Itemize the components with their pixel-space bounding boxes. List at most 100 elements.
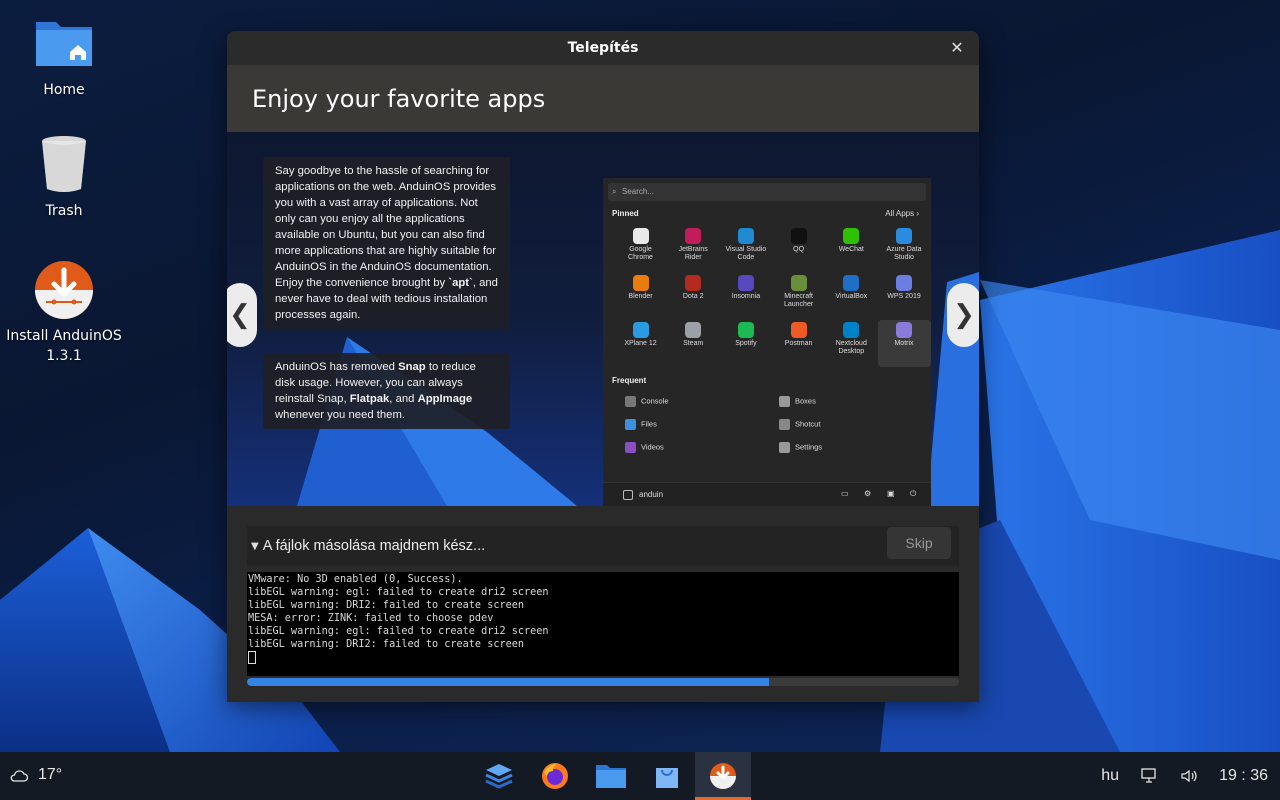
- gear-icon: ⚙: [864, 489, 872, 498]
- taskbar-software-store[interactable]: [639, 752, 695, 800]
- menu-search-placeholder: Search...: [622, 187, 655, 196]
- appimage-keyword: AppImage: [417, 393, 473, 405]
- taskbar-files[interactable]: [583, 752, 639, 800]
- app-label: QQ: [793, 246, 805, 253]
- desktop-icon-label: Install AnduinOS: [6, 328, 122, 344]
- progress-status-text: A fájlok másolása majdnem kész...: [262, 538, 486, 554]
- folder-icon: ▭: [841, 489, 849, 498]
- menu-pinned-app: Minecraft Launcher: [772, 273, 825, 320]
- desktop-icon-label: Trash: [45, 203, 83, 219]
- slide-title: Enjoy your favorite apps: [252, 84, 546, 113]
- app-icon: [843, 275, 860, 291]
- app-icon: [896, 275, 912, 291]
- menu-pinned-app: VirtualBox: [825, 273, 878, 320]
- app-label: Motrix: [894, 340, 914, 347]
- app-icon: [737, 275, 754, 291]
- system-tray: hu 19 : 36: [1101, 752, 1268, 800]
- log-line: libEGL warning: egl: failed to create dr…: [248, 587, 549, 598]
- keyboard-language[interactable]: hu: [1101, 767, 1119, 785]
- app-label: Google: [629, 246, 652, 253]
- log-line: libEGL warning: DRI2: failed to create s…: [248, 600, 525, 611]
- menu-pinned-app: Blender: [614, 273, 667, 320]
- slide-text-card-2: AnduinOS has removed Snap to reduce disk…: [263, 353, 510, 429]
- app-label: Azure Data: [886, 246, 922, 253]
- app-label-line2: Studio: [894, 254, 914, 261]
- menu-pinned-app: Azure Data Studio: [878, 226, 931, 273]
- taskbar-installer[interactable]: [695, 752, 751, 800]
- expand-caret-icon[interactable]: ▼: [251, 541, 259, 552]
- app-label: Visual Studio: [725, 246, 767, 253]
- menu-pinned-app: Motrix: [877, 320, 931, 367]
- desktop-icon-trash[interactable]: Trash: [0, 133, 128, 221]
- progress-area: ▼ A fájlok másolása majdnem kész... Skip…: [227, 506, 979, 702]
- desktop-icon-label-version: 1.3.1: [46, 348, 82, 364]
- weather-widget[interactable]: 17°: [10, 766, 62, 784]
- menu-frequent-item: Videos: [625, 442, 664, 453]
- app-label: Boxes: [795, 396, 816, 406]
- menu-pinned-label: Pinned: [612, 209, 639, 218]
- flatpak-keyword: Flatpak: [349, 393, 390, 405]
- taskbar-apps: [471, 752, 751, 800]
- menu-pinned-app: QQ: [772, 226, 825, 273]
- app-label-line2: Code: [737, 254, 755, 261]
- app-menu-preview: ⌕ Search... Pinned All Apps › Google Chro…: [603, 178, 931, 506]
- slide-text: AnduinOS has removed: [275, 361, 399, 373]
- menu-pinned-app: Steam: [667, 320, 720, 367]
- app-label: WeChat: [838, 246, 864, 253]
- menu-pinned-app: Visual Studio Code: [719, 226, 772, 273]
- firefox-icon: [542, 763, 568, 789]
- task-view-icon: [485, 764, 513, 789]
- menu-pinned-app: WeChat: [825, 226, 878, 273]
- app-label: Console: [641, 396, 669, 406]
- menu-footer: anduin ▭ ⚙ ▣ ⏻: [603, 482, 931, 506]
- app-label: Insomnia: [731, 293, 761, 300]
- app-label: XPlane 12: [624, 340, 657, 347]
- menu-search-field: ⌕ Search...: [608, 183, 926, 201]
- installer-icon: [710, 763, 736, 789]
- install-log-terminal[interactable]: VMware: No 3D enabled (0, Success). libEG…: [247, 572, 959, 676]
- app-icon: [896, 228, 912, 244]
- trash-icon: [32, 133, 96, 197]
- log-line: libEGL warning: DRI2: failed to create s…: [248, 639, 525, 650]
- snap-keyword: Snap: [398, 361, 426, 373]
- menu-pinned-app: Insomnia: [719, 273, 772, 320]
- network-icon[interactable]: [1141, 768, 1159, 784]
- slide-paragraph: Say goodbye to the hassle of searching f…: [275, 165, 497, 289]
- menu-frequent-item: Boxes: [779, 396, 816, 407]
- menu-pinned-app: Spotify: [719, 320, 772, 367]
- app-label: Videos: [641, 442, 664, 452]
- volume-icon[interactable]: [1181, 769, 1197, 783]
- previous-slide-button[interactable]: ❮: [227, 283, 257, 347]
- app-icon: [737, 322, 754, 338]
- progress-header[interactable]: ▼ A fájlok másolása majdnem kész... Skip: [247, 526, 959, 566]
- desktop-icon-label: Home: [43, 82, 85, 98]
- slide-text: whenever you need them.: [275, 409, 405, 421]
- slide-text: , and: [389, 393, 418, 405]
- menu-user-name: anduin: [639, 490, 664, 499]
- app-label-line2: Launcher: [783, 301, 814, 308]
- search-icon: ⌕: [612, 187, 617, 196]
- menu-pinned-app: WPS 2019: [878, 273, 931, 320]
- app-icon: [685, 275, 702, 291]
- taskbar-task-view[interactable]: [471, 752, 527, 800]
- app-icon: [790, 228, 807, 244]
- app-label-line2: Chrome: [628, 254, 653, 261]
- app-icon: [632, 322, 649, 338]
- files-icon: [596, 765, 626, 788]
- window-title: Telepítés: [567, 40, 639, 56]
- app-label: Settings: [795, 442, 823, 452]
- app-icon: [685, 228, 702, 244]
- app-label: Minecraft: [784, 293, 813, 300]
- skip-button[interactable]: Skip: [887, 527, 951, 559]
- desktop-icon-home[interactable]: Home: [0, 12, 128, 100]
- menu-frequent-item: Console: [625, 396, 669, 407]
- log-line: MESA: error: ZINK: failed to choose pdev: [248, 613, 494, 624]
- app-label: JetBrains: [678, 246, 708, 253]
- taskbar-firefox[interactable]: [527, 752, 583, 800]
- desktop-icon-installer[interactable]: Install AnduinOS 1.3.1: [0, 258, 128, 366]
- next-slide-button[interactable]: ❯: [947, 283, 979, 347]
- app-icon: [625, 396, 636, 407]
- clock[interactable]: 19 : 36: [1219, 767, 1268, 785]
- window-titlebar[interactable]: Telepítés ✕: [227, 31, 979, 65]
- close-icon[interactable]: ✕: [947, 38, 967, 58]
